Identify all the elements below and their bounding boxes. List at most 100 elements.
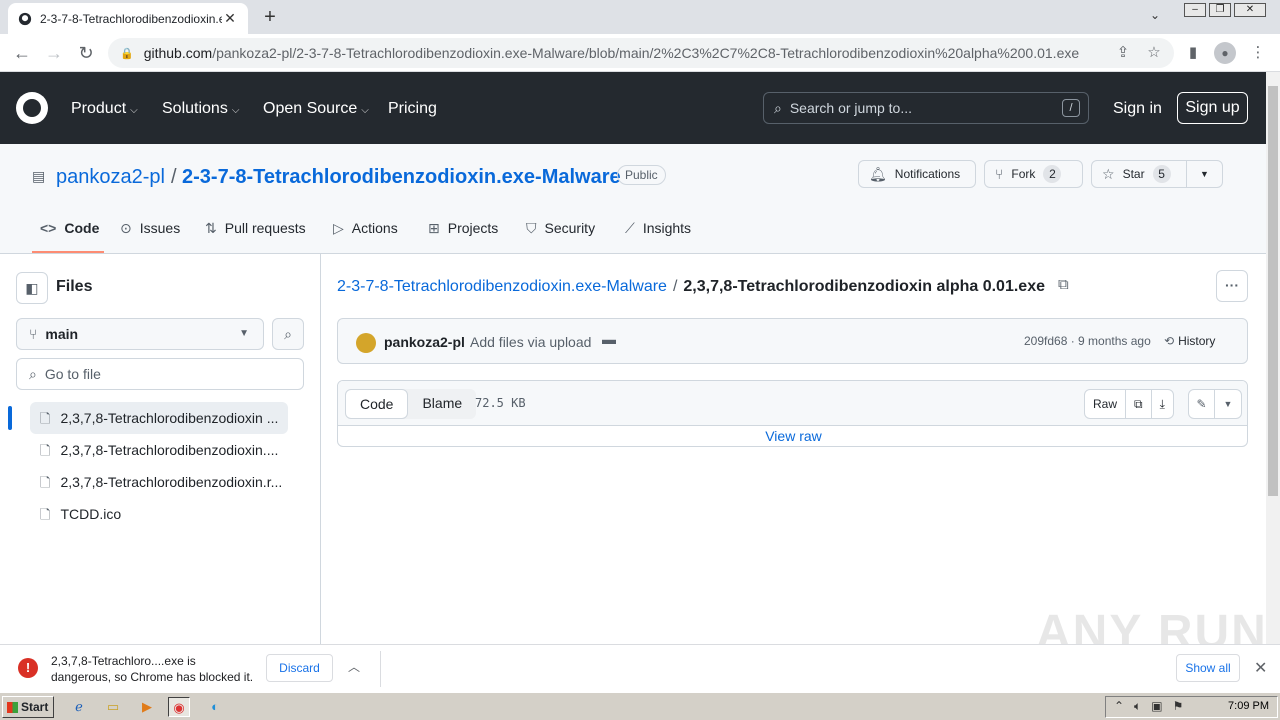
tab-security[interactable]: ⛉ Security — [526, 220, 595, 237]
file-tree-item[interactable]: 🗋 2,3,7,8-Tetrachlorodibenzodioxin ... — [30, 402, 288, 434]
url-host: github.com — [143, 45, 213, 61]
file-search-button[interactable]: ⌕ — [272, 318, 304, 350]
lock-icon: 🔒 — [120, 47, 134, 60]
chevron-down-icon: ⌵ — [130, 105, 138, 116]
commit-expand-icon[interactable]: ▬ — [602, 331, 616, 347]
file-breadcrumb: 2-3-7-8-Tetrachlorodibenzodioxin.exe-Mal… — [337, 278, 1045, 296]
nav-solutions-label: Solutions — [162, 100, 228, 117]
copy-path-icon[interactable]: ⧉ — [1058, 276, 1069, 293]
back-icon[interactable]: ← — [10, 41, 34, 65]
file-tree-item-label: 2,3,7,8-Tetrachlorodibenzodioxin.r... — [60, 474, 283, 490]
nav-open-source[interactable]: Open Source ⌵ — [263, 100, 369, 118]
tab-pull-requests[interactable]: ⇅ Pull requests — [205, 220, 306, 237]
sign-in-link[interactable]: Sign in — [1113, 100, 1162, 118]
edge-icon[interactable]: ◐ — [204, 697, 226, 717]
notifications-button[interactable]: 🔔︎ Notifications — [858, 160, 976, 188]
reload-icon[interactable]: ↻ — [74, 41, 98, 65]
repo-owner-link[interactable]: pankoza2-pl — [56, 166, 165, 189]
internet-explorer-icon[interactable]: ℯ — [68, 697, 90, 717]
fork-icon: ⑂ — [995, 166, 1004, 182]
star-dropdown-button[interactable]: ▼ — [1186, 160, 1223, 188]
collapse-sidebar-icon[interactable]: ◧ — [16, 272, 48, 304]
nav-pricing[interactable]: Pricing — [388, 100, 437, 118]
github-logo-icon[interactable] — [16, 92, 48, 124]
tab-search-chevron-icon[interactable]: ⌄ — [1150, 8, 1160, 22]
star-button[interactable]: ☆ Star 5 — [1091, 160, 1187, 188]
search-input[interactable]: ⌕ Search or jump to... / — [763, 92, 1089, 124]
file-explorer-icon[interactable]: ▭ — [102, 697, 124, 717]
sign-up-button[interactable]: Sign up — [1177, 92, 1248, 124]
commit-message-link[interactable]: Add files via upload — [470, 334, 591, 350]
tab-insights[interactable]: ⟋ Insights — [625, 220, 691, 237]
view-raw-link[interactable]: View raw — [338, 428, 1247, 444]
file-icon: 🗋 — [40, 475, 51, 490]
tab-code[interactable]: <> Code — [40, 220, 99, 236]
nav-product-label: Product — [71, 100, 127, 117]
search-icon: ⌕ — [774, 99, 782, 116]
nav-solutions[interactable]: Solutions ⌵ — [162, 100, 239, 118]
file-tree-item[interactable]: 🗋 2,3,7,8-Tetrachlorodibenzodioxin.r... — [30, 466, 288, 498]
download-icon[interactable]: ⤓ — [1152, 390, 1173, 418]
raw-button[interactable]: Raw — [1085, 390, 1127, 418]
commit-author-link[interactable]: pankoza2-pl — [384, 334, 465, 350]
chrome-icon[interactable]: ◉ — [168, 697, 190, 717]
tab-projects[interactable]: ⊞ Projects — [428, 220, 498, 237]
tab-issues[interactable]: ⊙ Issues — [120, 220, 180, 237]
discard-button[interactable]: Discard — [266, 654, 333, 682]
side-panel-icon[interactable]: ▮ — [1183, 43, 1203, 63]
pull-request-icon: ⇅ — [205, 220, 217, 236]
file-icon: 🗋 — [40, 411, 51, 426]
edit-pencil-icon[interactable]: ✎ — [1189, 390, 1215, 418]
bookmark-star-icon[interactable]: ☆ — [1144, 43, 1164, 63]
tab-actions[interactable]: ▷ Actions — [333, 220, 398, 237]
history-button[interactable]: ⟲ History — [1164, 334, 1215, 348]
start-button[interactable]: Start — [2, 696, 54, 718]
repo-header: ▤ pankoza2-pl / 2-3-7-8-Tetrachlorodiben… — [0, 144, 1266, 254]
file-viewer-header: Code Blame 72.5 KB Raw ⧉ ⤓ ✎ ▼ — [338, 381, 1247, 426]
close-download-bar-icon[interactable]: ✕ — [1254, 658, 1267, 678]
fork-label: Fork — [1011, 167, 1036, 181]
new-tab-icon[interactable]: + — [258, 6, 282, 30]
file-tree-item[interactable]: 🗋 TCDD.ico — [30, 498, 288, 530]
forward-icon[interactable]: → — [42, 41, 66, 65]
tab-insights-label: Insights — [642, 220, 692, 236]
repo-name-link[interactable]: 2-3-7-8-Tetrachlorodibenzodioxin.exe-Mal… — [182, 166, 621, 189]
nav-product[interactable]: Product ⌵ — [71, 100, 138, 118]
fork-button[interactable]: ⑂ Fork 2 — [984, 160, 1083, 188]
nav-open-source-label: Open Source — [263, 100, 358, 117]
caret-down-icon[interactable]: ▼ — [1215, 390, 1241, 418]
close-window-icon[interactable]: ✕ — [1234, 3, 1266, 17]
go-to-file-input[interactable]: ⌕ Go to file — [16, 358, 304, 390]
breadcrumb-separator: / — [672, 278, 678, 295]
commit-meta[interactable]: 209fd68 · 9 months ago — [1024, 334, 1151, 348]
code-view-button[interactable]: Code — [345, 389, 409, 419]
restore-icon[interactable]: ❐ — [1209, 3, 1231, 17]
minimize-icon[interactable]: – — [1184, 3, 1206, 17]
browser-tab[interactable]: 2-3-7-8-Tetrachlorodibenzodioxin.exe ✕ — [8, 3, 248, 34]
search-placeholder: Search or jump to... — [789, 100, 913, 116]
system-tray: ⌃🔈︎▣⚑ 7:09 PM — [1105, 696, 1278, 718]
more-options-button[interactable]: ··· — [1216, 270, 1248, 302]
media-player-icon[interactable]: ▶ — [136, 697, 158, 717]
file-tree-item[interactable]: 🗋 2,3,7,8-Tetrachlorodibenzodioxin.... — [30, 434, 288, 466]
warning-icon: ! — [18, 658, 38, 678]
menu-kebab-icon[interactable]: ⋮ — [1248, 43, 1268, 63]
breadcrumb-repo-link[interactable]: 2-3-7-8-Tetrachlorodibenzodioxin.exe-Mal… — [337, 278, 667, 295]
avatar[interactable] — [356, 333, 376, 353]
tray-icons[interactable]: ⌃🔈︎▣⚑ — [1114, 699, 1193, 714]
star-count: 5 — [1152, 165, 1171, 183]
tab-close-icon[interactable]: ✕ — [222, 10, 238, 27]
show-all-button[interactable]: Show all — [1176, 654, 1240, 682]
address-bar[interactable]: 🔒 github.com/pankoza2-pl/2-3-7-8-Tetrach… — [108, 38, 1174, 68]
share-icon[interactable]: ⇪ — [1113, 43, 1133, 63]
copy-raw-icon[interactable]: ⧉ — [1126, 390, 1152, 418]
chevron-up-icon[interactable]: ︿ — [348, 658, 360, 675]
star-label: Star — [1122, 167, 1145, 181]
profile-icon[interactable]: ● — [1214, 42, 1236, 64]
page-scrollbar[interactable] — [1266, 72, 1280, 644]
blame-view-button[interactable]: Blame — [408, 389, 476, 419]
search-icon: ⌕ — [284, 326, 292, 342]
scrollbar-thumb[interactable] — [1268, 86, 1278, 496]
branch-selector[interactable]: ⑂ main ▼ — [16, 318, 264, 350]
file-icon: 🗋 — [40, 443, 51, 458]
